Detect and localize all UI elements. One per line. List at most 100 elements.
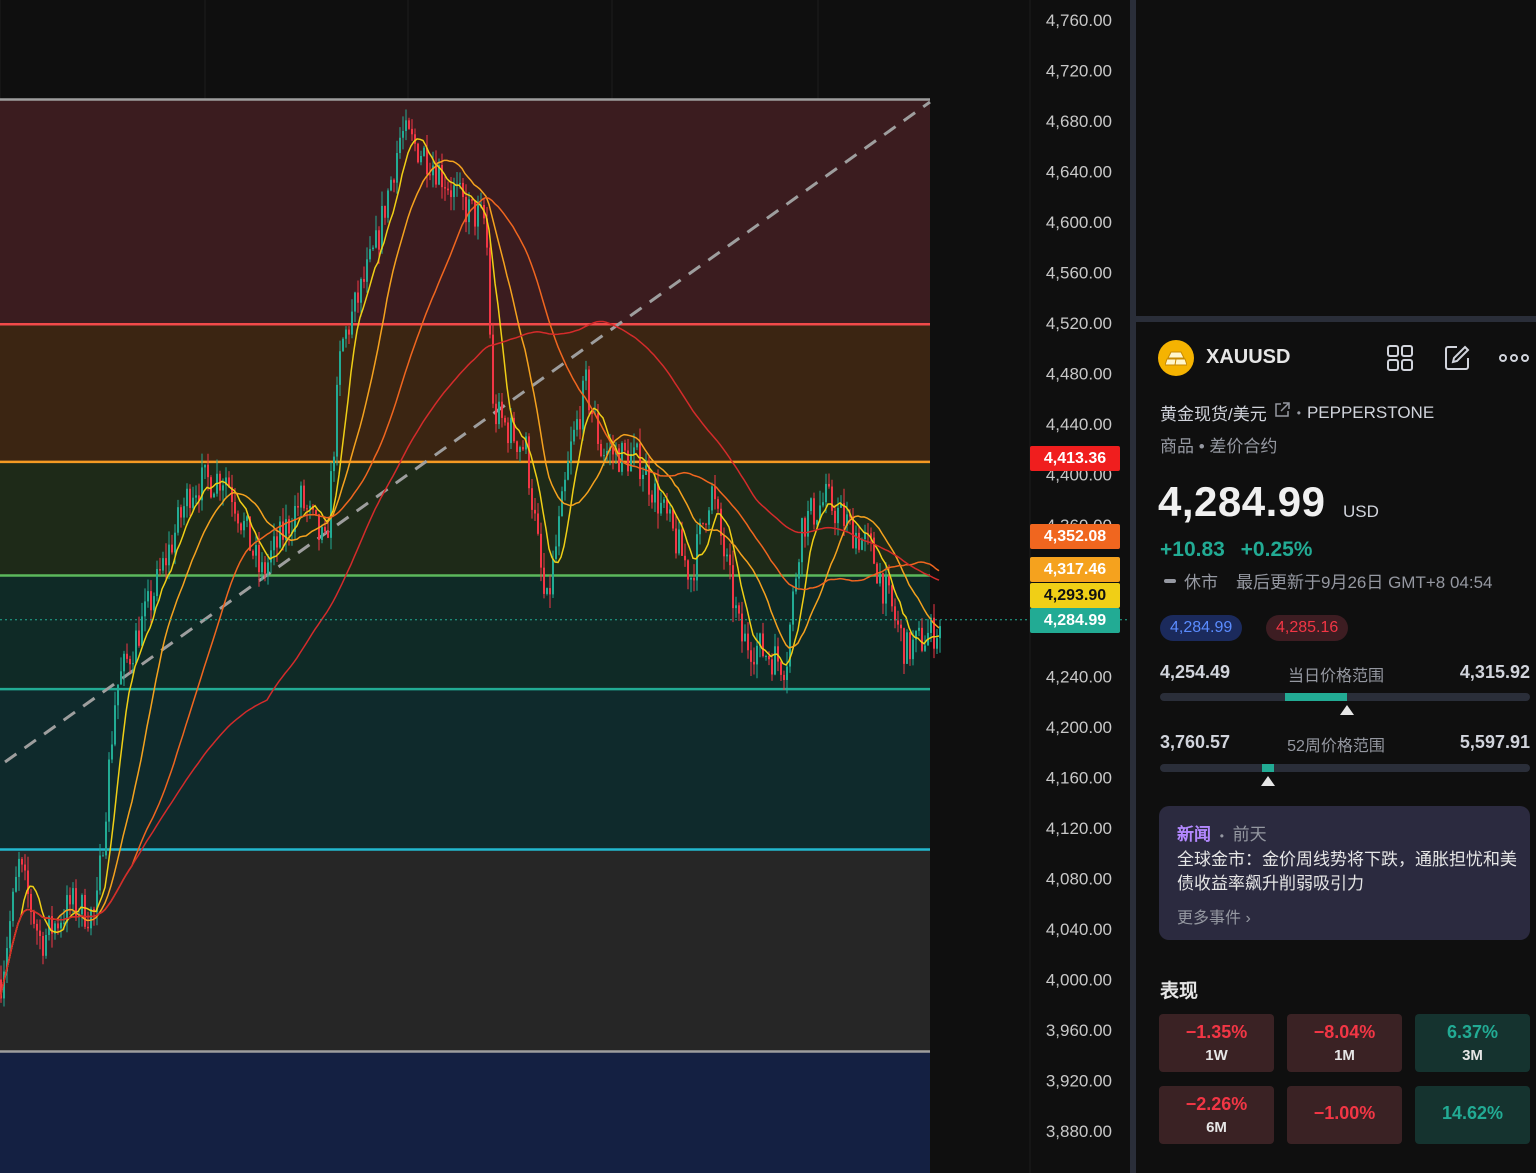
perf-value: −1.00%	[1313, 1102, 1376, 1123]
candle-body	[891, 585, 893, 607]
perf-cell-ytd[interactable]: −1.00%	[1287, 1086, 1402, 1144]
perf-cell-1y[interactable]: 14.62%	[1415, 1086, 1530, 1144]
candle-body	[636, 443, 638, 448]
candle-body	[747, 633, 749, 651]
candle-body	[567, 461, 569, 480]
week52-range-fill	[1262, 764, 1274, 772]
more-options-icon[interactable]	[1496, 340, 1532, 376]
edit-note-icon[interactable]	[1439, 340, 1475, 376]
description-text[interactable]: 黄金现货/美元	[1160, 400, 1267, 425]
candle-body	[792, 591, 794, 625]
candle-body	[813, 498, 815, 525]
more-events-link[interactable]: 更多事件 ›	[1177, 904, 1251, 928]
price-currency: USD	[1343, 502, 1379, 521]
symbol-category: 商品 • 差价合约	[1160, 437, 1278, 456]
candle-body	[315, 509, 317, 515]
candle-body	[423, 147, 425, 156]
candle-body	[723, 535, 725, 557]
last-update-text: 最后更新于9月26日 GMT+8 04:54	[1236, 573, 1493, 592]
candle-body	[135, 630, 137, 664]
candle-body	[138, 630, 140, 646]
candle-body	[408, 120, 410, 129]
chart-canvas[interactable]: 4,760.00 4,720.00 4,680.00 4,640.00 4,600.00…	[0, 0, 1130, 1173]
candle-body	[162, 558, 164, 571]
candle-body	[669, 509, 671, 514]
candle-body	[420, 155, 422, 163]
change-percent: +0.25%	[1240, 538, 1313, 561]
candle-body	[693, 577, 695, 581]
candle-body	[828, 483, 830, 487]
candle-body	[81, 895, 83, 915]
broker-name[interactable]: PEPPERSTONE	[1307, 403, 1434, 423]
candle-body	[144, 601, 146, 617]
candle-body	[156, 569, 158, 597]
perf-cell-1w[interactable]: −1.35% 1W	[1159, 1014, 1274, 1072]
separator-dot: •	[1296, 405, 1301, 420]
news-card[interactable]: 新闻 • 前天 全球金市：金价周线势将下跌，通胀担忧和美债收益率飙升削弱吸引力 …	[1159, 806, 1530, 940]
symbol-name[interactable]: XAUUSD	[1206, 346, 1290, 369]
candle-body	[192, 497, 194, 508]
ask-price[interactable]: 4,285.16	[1266, 615, 1349, 641]
candle-body	[738, 605, 740, 614]
more-events-label[interactable]: 更多事件	[1177, 910, 1241, 927]
external-link-icon[interactable]	[1273, 401, 1291, 424]
perf-cell-1m[interactable]: −8.04% 1M	[1287, 1014, 1402, 1072]
candle-body	[450, 190, 452, 198]
candle-body	[687, 560, 689, 580]
y-axis-label: 4,680.00	[1046, 112, 1112, 131]
bid-price[interactable]: 4,284.99	[1160, 615, 1243, 641]
candle-body	[39, 930, 41, 937]
candle-body	[909, 632, 911, 660]
candle-body	[186, 488, 188, 507]
candle-body	[936, 638, 938, 649]
candle-body	[12, 891, 14, 922]
candle-body	[519, 447, 521, 452]
candle-body	[627, 450, 629, 472]
candle-body	[261, 562, 263, 573]
perf-value: −1.35%	[1185, 1022, 1248, 1042]
candle-body	[522, 447, 524, 450]
candle-body	[702, 522, 704, 524]
candle-body	[366, 259, 368, 282]
candle-body	[159, 569, 161, 571]
candle-body	[837, 507, 839, 524]
candle-body	[372, 247, 374, 250]
day-range-high: 4,315.92	[1459, 662, 1530, 682]
candle-body	[195, 495, 197, 498]
candle-body	[363, 278, 365, 282]
perf-period: 1W	[1205, 1047, 1228, 1064]
candle-body	[393, 179, 395, 183]
symbol-description: 黄金现货/美元 • PEPPERSTONE	[1160, 400, 1434, 425]
day-range-fill	[1285, 693, 1347, 701]
candle-body	[9, 921, 11, 949]
price-chart[interactable]: 4,760.00 4,720.00 4,680.00 4,640.00 4,600.00…	[0, 0, 1130, 1173]
week52-range-marker-icon	[1261, 776, 1275, 786]
news-header: 新闻 • 前天	[1177, 820, 1267, 845]
candle-body	[309, 505, 311, 509]
candle-body	[750, 650, 752, 662]
candle-body	[360, 278, 362, 303]
y-axis-label: 4,480.00	[1046, 365, 1112, 384]
candle-body	[660, 502, 662, 514]
candle-body	[882, 573, 884, 604]
candle-body	[579, 419, 581, 430]
news-headline[interactable]: 全球金市：金价周线势将下跌，通胀担忧和美债收益率飙升削弱吸引力	[1177, 848, 1517, 896]
candle-body	[234, 502, 236, 514]
candle-body	[912, 639, 914, 660]
candle-body	[633, 447, 635, 455]
candle-body	[18, 858, 20, 877]
candle-body	[717, 499, 719, 509]
candle-body	[822, 502, 824, 506]
grid-layout-icon[interactable]	[1382, 340, 1418, 376]
price-tag: 4,317.46	[1030, 557, 1120, 582]
candle-body	[297, 505, 299, 508]
candle-body	[786, 666, 788, 680]
candle-body	[825, 483, 827, 503]
candle-body	[582, 380, 584, 430]
y-axis-label: 4,520.00	[1046, 314, 1112, 333]
perf-cell-3m[interactable]: 6.37% 3M	[1415, 1014, 1530, 1072]
candle-body	[237, 513, 239, 524]
candle-body	[534, 509, 536, 514]
perf-cell-6m[interactable]: −2.26% 6M	[1159, 1086, 1274, 1144]
candle-body	[222, 485, 224, 491]
